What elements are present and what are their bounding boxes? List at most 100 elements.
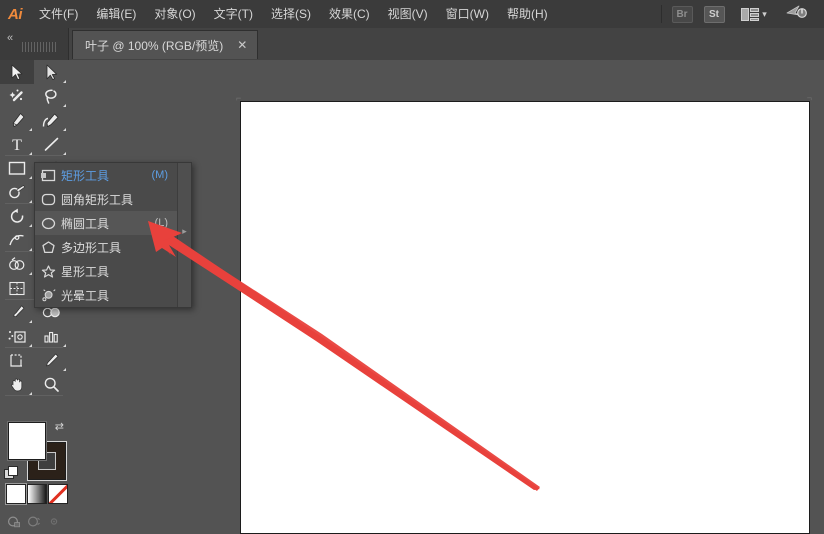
artboard-corner-mark-tl: ⌐ xyxy=(236,94,241,103)
menu-window[interactable]: 窗口(W) xyxy=(437,0,498,28)
tool-group-indicator xyxy=(29,224,32,227)
slice-tool[interactable] xyxy=(34,348,68,372)
document-tab-title: 叶子 @ 100% (RGB/预览) xyxy=(85,37,223,54)
screen-mode-button[interactable] xyxy=(24,512,44,530)
workspace-switcher-icon xyxy=(786,4,808,25)
tearoff-grip-icon: ▸ xyxy=(182,228,187,242)
flyout-item-rounded-rectangle-tool[interactable]: 圆角矩形工具 xyxy=(35,187,178,211)
flyout-item-shortcut: (M) xyxy=(152,169,179,181)
menu-view[interactable]: 视图(V) xyxy=(379,0,437,28)
mesh-tool[interactable] xyxy=(0,276,34,300)
default-fill xyxy=(8,466,18,476)
flyout-item-flare-tool[interactable]: 光晕工具 xyxy=(35,283,178,307)
column-graph-tool[interactable] xyxy=(34,324,68,348)
artboard-tool[interactable] xyxy=(0,348,34,372)
svg-text:T: T xyxy=(12,137,22,153)
artboard-corner-mark-tr: ¬ xyxy=(807,94,812,103)
tool-group-indicator xyxy=(63,344,66,347)
document-tab[interactable]: 叶子 @ 100% (RGB/预览) ✕ xyxy=(72,30,258,59)
symbol-sprayer-tool[interactable] xyxy=(0,324,34,348)
menu-bar: Ai 文件(F) 编辑(E) 对象(O) 文字(T) 选择(S) 效果(C) 视… xyxy=(0,0,824,29)
edit-toolbar-button[interactable] xyxy=(44,512,64,530)
menu-object[interactable]: 对象(O) xyxy=(145,0,204,28)
collapse-panel-icon[interactable]: « xyxy=(7,33,13,44)
mode-button-row xyxy=(4,512,66,532)
flyout-tearoff-strip[interactable]: ▸ xyxy=(177,163,191,307)
menu-file[interactable]: 文件(F) xyxy=(30,0,87,28)
flyout-item-ellipse-tool[interactable]: 椭圆工具 (L) xyxy=(35,211,178,235)
arrange-documents-icon xyxy=(741,8,759,21)
tool-group-indicator xyxy=(63,104,66,107)
fill-swatch[interactable] xyxy=(8,422,46,460)
menu-divider xyxy=(661,5,662,23)
flyout-item-shortcut: (L) xyxy=(155,217,178,229)
tool-group-indicator xyxy=(29,128,32,131)
toolbar-drag-handle[interactable] xyxy=(22,42,58,52)
eyedropper-tool[interactable] xyxy=(0,300,34,324)
none-fill-button[interactable] xyxy=(48,484,68,504)
flyout-item-label: 椭圆工具 xyxy=(61,215,155,232)
shape-builder-tool[interactable] xyxy=(0,252,34,276)
selection-tool[interactable] xyxy=(0,60,34,84)
close-icon[interactable]: ✕ xyxy=(237,39,247,51)
bridge-icon: Br xyxy=(672,6,693,23)
shape-tools-flyout[interactable]: 矩形工具 (M) 圆角矩形工具 椭圆工具 (L) xyxy=(34,162,192,308)
fill-mode-buttons xyxy=(6,484,64,506)
chevron-down-icon: ▾ xyxy=(762,10,767,19)
menu-bar-right: Br St ▾ xyxy=(657,4,824,24)
line-segment-tool[interactable] xyxy=(34,132,68,156)
star-icon xyxy=(35,265,61,278)
tool-group-indicator xyxy=(63,152,66,155)
menu-effect[interactable]: 效果(C) xyxy=(320,0,379,28)
magic-wand-tool[interactable] xyxy=(0,84,34,108)
toolbar-separator xyxy=(5,347,63,348)
type-tool[interactable]: T xyxy=(0,132,34,156)
app-logo-icon: Ai xyxy=(0,0,30,28)
gradient-fill-button[interactable] xyxy=(27,484,47,504)
tool-group-indicator xyxy=(63,128,66,131)
ellipse-icon xyxy=(35,217,61,230)
rounded-rectangle-icon xyxy=(35,193,61,206)
bridge-button[interactable]: Br xyxy=(670,4,694,24)
swap-fill-stroke-icon[interactable]: ⇄ xyxy=(55,420,64,433)
hand-tool[interactable] xyxy=(0,372,34,396)
default-fill-stroke-icon[interactable] xyxy=(4,466,17,479)
menu-select[interactable]: 选择(S) xyxy=(262,0,320,28)
menu-help[interactable]: 帮助(H) xyxy=(498,0,557,28)
toolbar-separator xyxy=(5,395,63,396)
flyout-item-label: 星形工具 xyxy=(61,263,168,280)
menu-type[interactable]: 文字(T) xyxy=(205,0,262,28)
lasso-tool[interactable] xyxy=(34,84,68,108)
artboard[interactable]: ⌐ ¬ xyxy=(240,101,810,534)
stock-icon: St xyxy=(704,6,725,23)
arrange-documents-button[interactable]: ▾ xyxy=(734,4,774,24)
drawing-mode-button[interactable] xyxy=(4,512,24,530)
shaper-tool[interactable] xyxy=(0,180,34,204)
flyout-item-label: 矩形工具 xyxy=(61,167,152,184)
toolbar-header: « xyxy=(0,28,69,60)
flyout-item-star-tool[interactable]: 星形工具 xyxy=(35,259,178,283)
tool-group-indicator xyxy=(29,272,32,275)
rectangle-icon xyxy=(35,169,61,182)
curvature-tool[interactable] xyxy=(34,108,68,132)
menu-edit[interactable]: 编辑(E) xyxy=(87,0,145,28)
toolbar-separator xyxy=(5,155,63,156)
current-tool-bullet-icon xyxy=(41,173,46,178)
workspace-switcher-button[interactable] xyxy=(782,4,812,24)
direct-selection-tool[interactable] xyxy=(34,60,68,84)
pen-tool[interactable] xyxy=(0,108,34,132)
stock-button[interactable]: St xyxy=(702,4,726,24)
flyout-item-label: 光晕工具 xyxy=(61,287,168,304)
flyout-item-rectangle-tool[interactable]: 矩形工具 (M) xyxy=(35,163,178,187)
document-tab-bar: 叶子 @ 100% (RGB/预览) ✕ xyxy=(0,28,824,61)
tool-group-indicator xyxy=(63,80,66,83)
rectangle-tool[interactable] xyxy=(0,156,34,180)
flyout-item-polygon-tool[interactable]: 多边形工具 xyxy=(35,235,178,259)
shape-tools-list: 矩形工具 (M) 圆角矩形工具 椭圆工具 (L) xyxy=(35,163,178,307)
width-tool[interactable] xyxy=(0,228,34,252)
color-fill-button[interactable] xyxy=(6,484,26,504)
rotate-tool[interactable] xyxy=(0,204,34,228)
tool-group-indicator xyxy=(63,368,66,371)
zoom-tool[interactable] xyxy=(34,372,68,396)
illustrator-window: Ai 文件(F) 编辑(E) 对象(O) 文字(T) 选择(S) 效果(C) 视… xyxy=(0,0,824,532)
